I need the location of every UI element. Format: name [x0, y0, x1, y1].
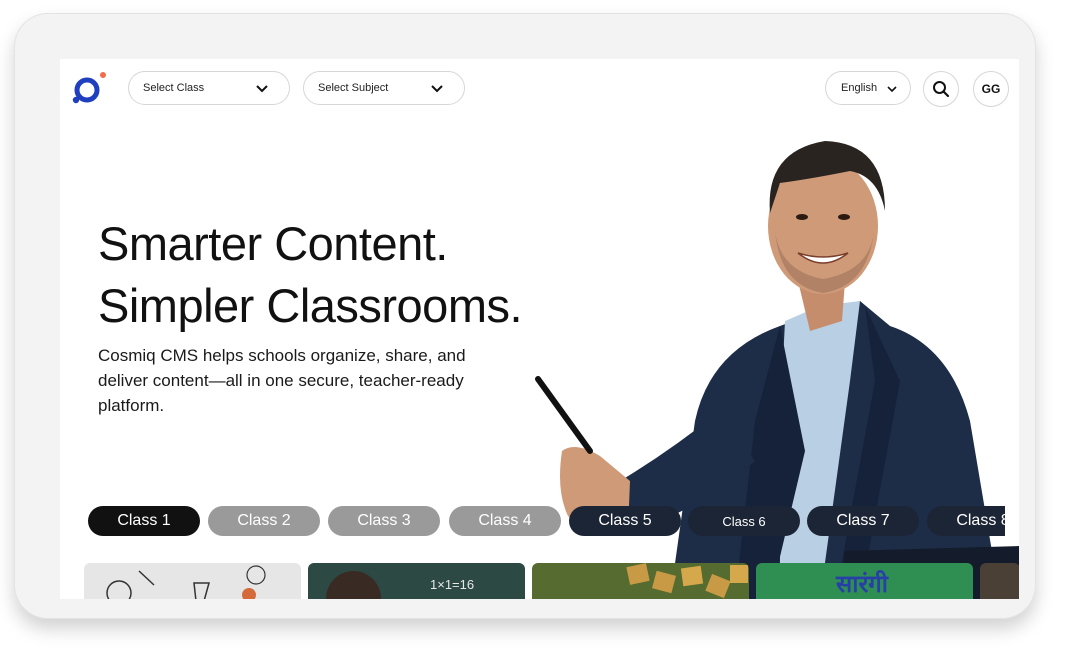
- select-class-dropdown[interactable]: Select Class: [128, 71, 290, 105]
- search-button[interactable]: [923, 71, 959, 107]
- chevron-down-icon: [887, 86, 897, 93]
- select-subject-dropdown[interactable]: Select Subject: [303, 71, 465, 105]
- language-dropdown[interactable]: English: [825, 71, 911, 105]
- content-card-science[interactable]: [84, 563, 301, 599]
- avatar-initials: GG: [981, 82, 1001, 96]
- content-card-partial[interactable]: [980, 563, 1019, 599]
- chevron-down-icon: [256, 85, 268, 93]
- class-selector: Class 1 Class 2 Class 3 Class 4 Class 5 …: [88, 506, 1005, 538]
- class-pill-8[interactable]: Class 8: [927, 506, 1005, 536]
- class-pill-3[interactable]: Class 3: [328, 506, 440, 536]
- class-pill-7[interactable]: Class 7: [807, 506, 919, 536]
- language-label: English: [841, 82, 878, 94]
- student-photo: [326, 571, 381, 599]
- content-card-math[interactable]: 1×1=16: [308, 563, 525, 599]
- science-illustration: [106, 565, 266, 599]
- search-icon: [933, 81, 950, 98]
- logo-icon[interactable]: [70, 71, 108, 107]
- chevron-down-icon: [431, 85, 443, 93]
- hero-subtitle: Cosmiq CMS helps schools organize, share…: [98, 346, 466, 415]
- hero-title: Smarter Content. Simpler Classrooms.: [98, 213, 523, 337]
- hero-title-line2: Simpler Classrooms.: [98, 279, 523, 332]
- class-pill-5[interactable]: Class 5: [569, 506, 681, 536]
- select-class-label: Select Class: [143, 82, 205, 94]
- device-frame: Select Class Select Subject English GG S…: [14, 13, 1036, 619]
- class-pill-4[interactable]: Class 4: [449, 506, 561, 536]
- class-pill-2[interactable]: Class 2: [208, 506, 320, 536]
- class-pill-6[interactable]: Class 6: [688, 506, 800, 536]
- user-avatar[interactable]: GG: [973, 71, 1009, 107]
- hindi-title-text: सारंगी: [836, 570, 888, 598]
- math-board-text: 1×1=16: [430, 577, 475, 592]
- content-card-hindi[interactable]: सारंगी: [756, 563, 973, 599]
- letter-tiles-illustration: [626, 563, 748, 599]
- app-screen: Select Class Select Subject English GG S…: [60, 59, 1019, 599]
- class-pill-1[interactable]: Class 1: [88, 506, 200, 536]
- content-card-scrabble[interactable]: [532, 563, 749, 599]
- hero-title-line1: Smarter Content.: [98, 217, 448, 270]
- select-subject-label: Select Subject: [318, 82, 389, 94]
